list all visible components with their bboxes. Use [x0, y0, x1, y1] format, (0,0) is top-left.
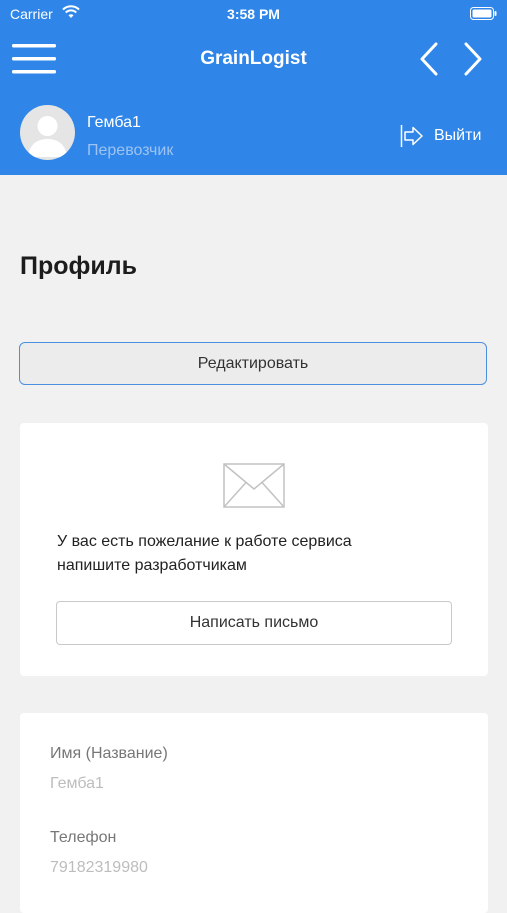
chevron-left-icon — [420, 42, 438, 76]
logout-button[interactable]: Выйти — [400, 122, 481, 150]
chevron-right-icon — [464, 42, 482, 76]
page-title: Профиль — [20, 252, 138, 280]
back-button[interactable] — [416, 40, 446, 78]
phone-field-value: 79182319980 — [50, 859, 148, 876]
feedback-card: У вас есть пожелание к работе сервиса на… — [20, 423, 488, 676]
profile-info-card: Имя (Название) Гемба1 Телефон 7918231998… — [20, 713, 488, 913]
logout-label: Выйти — [434, 127, 482, 144]
edit-profile-label: Редактировать — [197, 354, 309, 372]
feedback-line-1: У вас есть пожелание к работе сервиса — [57, 533, 352, 550]
avatar[interactable] — [20, 105, 75, 160]
feedback-message: У вас есть пожелание к работе сервиса на… — [57, 530, 457, 578]
logout-icon — [400, 125, 423, 147]
user-role: Перевозчик — [87, 142, 174, 159]
clock: 3:58 PM — [227, 6, 280, 22]
name-field-value: Гемба1 — [50, 775, 104, 792]
user-avatar-icon — [28, 116, 67, 157]
phone-field-label: Телефон — [50, 829, 117, 846]
edit-profile-button[interactable]: Редактировать — [19, 342, 487, 385]
envelope-icon — [223, 463, 285, 513]
write-letter-label: Написать письмо — [189, 614, 319, 631]
forward-button[interactable] — [458, 40, 488, 78]
feedback-line-2: напишите разработчикам — [57, 557, 247, 574]
top-app-bar: Carrier 3:58 PM GrainLogist Гемба1 Перев… — [0, 0, 507, 175]
name-field-label: Имя (Название) — [50, 745, 168, 762]
write-letter-button[interactable]: Написать письмо — [56, 601, 452, 645]
battery-icon — [470, 7, 497, 23]
user-name: Гемба1 — [87, 114, 141, 131]
status-bar: Carrier 3:58 PM — [0, 0, 507, 28]
